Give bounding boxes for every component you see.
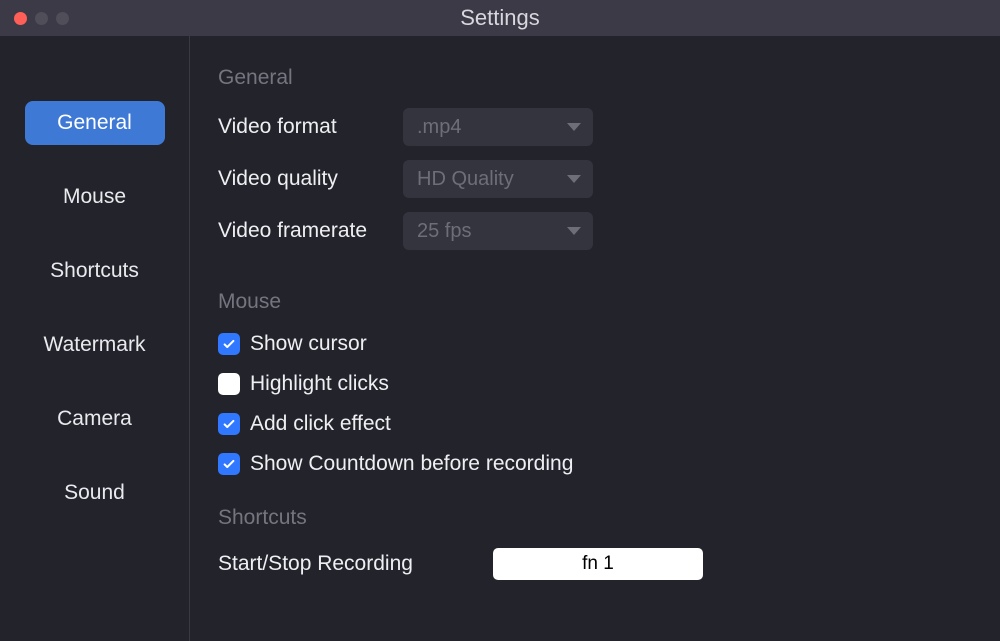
add-click-effect-checkbox[interactable] <box>218 413 240 435</box>
chevron-down-icon <box>567 175 581 183</box>
video-quality-select[interactable]: HD Quality <box>403 160 593 198</box>
zoom-window-icon[interactable] <box>56 12 69 25</box>
video-format-label: Video format <box>218 115 403 139</box>
start-stop-recording-label: Start/Stop Recording <box>218 552 493 576</box>
titlebar: Settings <box>0 0 1000 36</box>
section-heading-general: General <box>218 66 980 90</box>
sidebar-item-camera[interactable]: Camera <box>25 397 165 441</box>
show-cursor-label: Show cursor <box>250 332 367 356</box>
video-framerate-label: Video framerate <box>218 219 403 243</box>
show-cursor-checkbox[interactable] <box>218 333 240 355</box>
video-quality-value: HD Quality <box>417 168 514 191</box>
minimize-window-icon[interactable] <box>35 12 48 25</box>
sidebar-item-general[interactable]: General <box>25 101 165 145</box>
sidebar-item-shortcuts[interactable]: Shortcuts <box>25 249 165 293</box>
section-heading-shortcuts: Shortcuts <box>218 506 980 530</box>
sidebar-item-label: Sound <box>64 481 125 504</box>
sidebar-item-mouse[interactable]: Mouse <box>25 175 165 219</box>
start-stop-recording-shortcut[interactable]: fn 1 <box>493 548 703 580</box>
show-countdown-label: Show Countdown before recording <box>250 452 573 476</box>
sidebar-item-label: Mouse <box>63 185 126 208</box>
check-icon <box>222 417 236 431</box>
check-icon <box>222 337 236 351</box>
sidebar-item-label: Shortcuts <box>50 259 139 282</box>
sidebar-item-label: Watermark <box>44 333 146 356</box>
show-countdown-checkbox[interactable] <box>218 453 240 475</box>
highlight-clicks-label: Highlight clicks <box>250 372 389 396</box>
highlight-clicks-checkbox[interactable] <box>218 373 240 395</box>
sidebar-item-label: General <box>57 111 132 134</box>
window-controls <box>0 12 69 25</box>
sidebar: General Mouse Shortcuts Watermark Camera… <box>0 36 190 641</box>
video-quality-label: Video quality <box>218 167 403 191</box>
start-stop-recording-value: fn 1 <box>582 553 614 575</box>
video-framerate-select[interactable]: 25 fps <box>403 212 593 250</box>
video-format-select[interactable]: .mp4 <box>403 108 593 146</box>
settings-content: General Video format .mp4 Video quality … <box>190 36 1000 641</box>
sidebar-item-sound[interactable]: Sound <box>25 471 165 515</box>
close-window-icon[interactable] <box>14 12 27 25</box>
check-icon <box>222 457 236 471</box>
chevron-down-icon <box>567 123 581 131</box>
window-title: Settings <box>0 5 1000 31</box>
section-heading-mouse: Mouse <box>218 290 980 314</box>
chevron-down-icon <box>567 227 581 235</box>
video-format-value: .mp4 <box>417 116 461 139</box>
sidebar-item-watermark[interactable]: Watermark <box>25 323 165 367</box>
sidebar-item-label: Camera <box>57 407 132 430</box>
add-click-effect-label: Add click effect <box>250 412 391 436</box>
video-framerate-value: 25 fps <box>417 220 471 243</box>
